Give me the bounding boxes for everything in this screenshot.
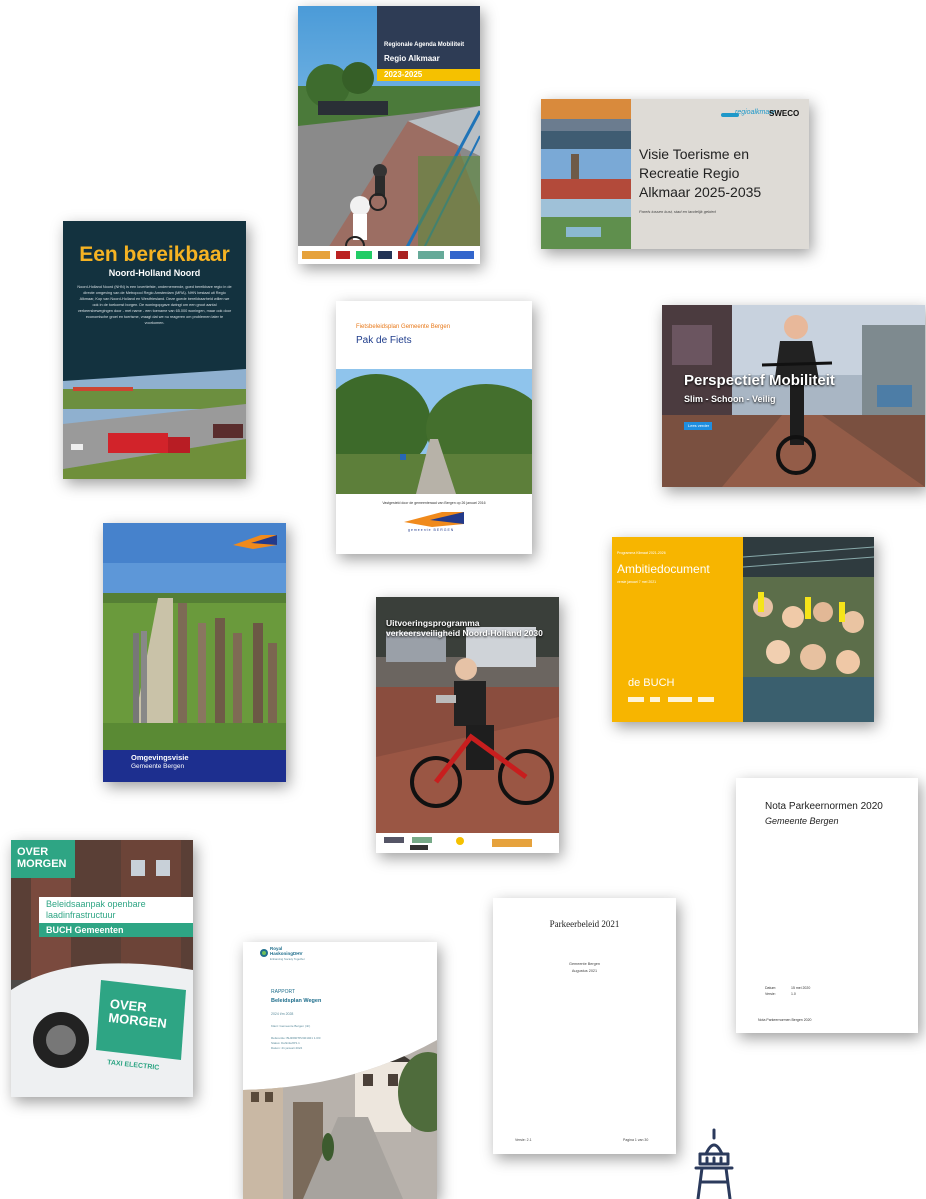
- title: Nota Parkeernormen 2020: [765, 801, 883, 812]
- title: Ambitiedocument: [617, 562, 710, 576]
- cover-parkeerbeleid: Parkeerbeleid 2021 Gemeente Bergen Augus…: [493, 898, 676, 1154]
- title: Pak de Fiets: [356, 335, 412, 346]
- cover-beleidsplan-wegen: Royal HaskoningDHV Enhancing Society Tog…: [243, 942, 437, 1199]
- overmorgen-logo: OVER MORGEN: [17, 846, 67, 870]
- title: Perspectief Mobiliteit: [684, 372, 835, 389]
- sweco-logo: SWECO: [769, 109, 800, 118]
- title: Een bereikbaar: [79, 243, 230, 266]
- cover-photo-collage: [541, 99, 631, 249]
- subtitle: Parels tussen kust, stad en landelijk ge…: [639, 209, 716, 214]
- meta-value-version: 1.0: [791, 992, 796, 996]
- title: Beleidsaanpak openbare laadinfrastructuu…: [46, 899, 146, 920]
- read-more-button[interactable]: Lees verder: [684, 422, 712, 430]
- cover-nota-parkeernormen: Nota Parkeernormen 2020 Gemeente Bergen …: [736, 778, 918, 1033]
- cover-perspectief-mobiliteit: Perspectief Mobiliteit Slim - Schoon - V…: [662, 305, 925, 487]
- cover-photo-taxi: [11, 840, 193, 1097]
- subtitle: BUCH Gemeenten: [46, 925, 124, 935]
- lighthouse-icon: [694, 1128, 734, 1199]
- meta-label-version: Versie:: [765, 992, 776, 996]
- years: 2023-2025: [384, 70, 423, 79]
- gemeente-bergen-logo: gemeente BERGEN: [402, 510, 467, 532]
- kicker: Regionale Agenda Mobiliteit: [384, 42, 465, 48]
- kicker: Programma Klimaat 2021-2026: [617, 551, 666, 555]
- footer: Nota Parkeernormen Bergen 2020: [758, 1018, 812, 1022]
- title: Regio Alkmaar: [384, 54, 440, 63]
- cover-photo-bike-path: [336, 369, 532, 494]
- kicker: Fietsbeleidsplan Gemeente Bergen: [356, 324, 451, 330]
- title: Uitvoeringsprogramma verkeersveiligheid …: [386, 618, 543, 638]
- cover-regionale-agenda: Regionale Agenda Mobiliteit Regio Alkmaa…: [298, 6, 480, 264]
- caption: Vastgesteld door de gemeenteraad van Ber…: [382, 501, 486, 505]
- page-number: Pagina 1 van 30: [623, 1138, 649, 1142]
- partner-logos-strip: [376, 833, 559, 853]
- cover-uitvoeringsprogramma: Uitvoeringsprogramma verkeersveiligheid …: [376, 597, 559, 853]
- organisation: Gemeente Bergen: [568, 962, 601, 966]
- cover-overmorgen: OVER MORGEN Beleidsaanpak openbare laadi…: [11, 840, 193, 1097]
- partner-logos-strip: [298, 246, 480, 264]
- cover-omgevingsvisie: Omgevingsvisie Gemeente Bergen: [103, 523, 286, 782]
- cover-ambitiedocument: Programma Klimaat 2021-2026 Ambitiedocum…: [612, 537, 874, 722]
- version: Versie: 2.1: [515, 1138, 532, 1142]
- subtitle: Gemeente Bergen: [131, 763, 185, 770]
- title: Omgevingsvisie: [131, 753, 189, 762]
- date: Augustus 2021: [571, 969, 598, 973]
- subtitle: Slim - Schoon - Veilig: [684, 394, 776, 404]
- cover-photo-fence-path: [103, 523, 286, 782]
- cover-visie-toerisme: regioalkmaar SWECO Visie Toerisme en Rec…: [541, 99, 809, 249]
- cover-een-bereikbaar: Een bereikbaar Noord-Holland Noord Noord…: [63, 221, 246, 479]
- cover-pak-de-fiets: Fietsbeleidsplan Gemeente Bergen Pak de …: [336, 301, 532, 554]
- title: Visie Toerisme en Recreatie Regio Alkmaa…: [639, 146, 762, 200]
- regioalkmaar-logo: regioalkmaar: [721, 109, 775, 119]
- meta-value-date: 15 mei 2020: [791, 986, 811, 990]
- date: versie januari 7 mei 2021: [617, 580, 657, 584]
- title: Parkeerbeleid 2021: [549, 919, 620, 929]
- cover-photo-children: [743, 537, 874, 722]
- municipality-logos: [628, 697, 718, 703]
- buch-logo: de BUCH: [628, 677, 675, 689]
- subtitle: Noord-Holland Noord: [108, 268, 201, 278]
- cover-photo-highway: [63, 369, 246, 479]
- gemeente-bergen-logo: [233, 533, 278, 553]
- car-overmorgen-text: OVER MORGEN: [107, 996, 168, 1031]
- meta-label-date: Datum:: [765, 986, 777, 990]
- body-text: Noord-Holland Noord (NHN) is een loverti…: [77, 285, 232, 325]
- subtitle: Gemeente Bergen: [765, 816, 839, 826]
- cover-photo-street: [243, 1040, 437, 1199]
